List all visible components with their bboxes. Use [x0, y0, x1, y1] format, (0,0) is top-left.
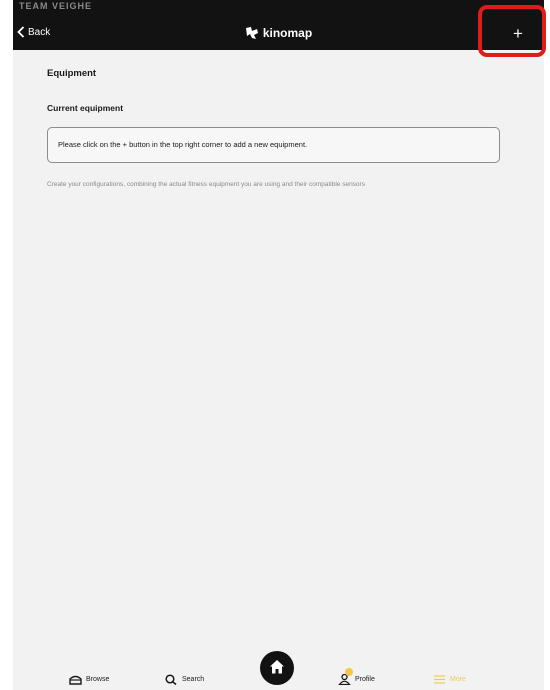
highlight-box	[478, 5, 546, 57]
logo-text: kinomap	[262, 26, 313, 40]
current-equipment-heading: Current equipment	[47, 103, 124, 113]
navigation-bar: Back kinomap +	[13, 17, 544, 50]
tab-search-label: Search	[182, 676, 205, 683]
browse-icon	[69, 675, 82, 685]
menu-icon	[434, 675, 445, 684]
tab-profile-label: Profile	[355, 676, 375, 683]
status-text: TEAM VEIGHE	[19, 1, 93, 11]
status-bar: TEAM VEIGHE	[13, 0, 544, 17]
kinomap-logo-icon	[245, 27, 258, 39]
home-button[interactable]	[260, 651, 294, 685]
help-text: Create your configurations, combining th…	[47, 181, 365, 188]
tab-profile[interactable]: Profile	[338, 668, 375, 686]
tab-browse-label: Browse	[86, 676, 110, 683]
tab-more-label: More	[450, 676, 466, 683]
empty-equipment-message: Please click on the + button in the top …	[58, 140, 308, 149]
search-icon	[165, 674, 177, 685]
app-screen: TEAM VEIGHE Back kinomap + Equipment Cur…	[13, 0, 544, 690]
empty-equipment-box: Please click on the + button in the top …	[47, 127, 500, 163]
notification-dot	[345, 668, 353, 676]
home-icon	[270, 660, 284, 674]
tab-more[interactable]: More	[433, 674, 466, 685]
tab-browse[interactable]: Browse	[69, 674, 109, 685]
kinomap-logo: kinomap	[13, 26, 544, 40]
tab-search[interactable]: Search	[165, 674, 204, 685]
page-title: Equipment	[47, 68, 97, 79]
profile-icon-wrap	[338, 668, 353, 686]
